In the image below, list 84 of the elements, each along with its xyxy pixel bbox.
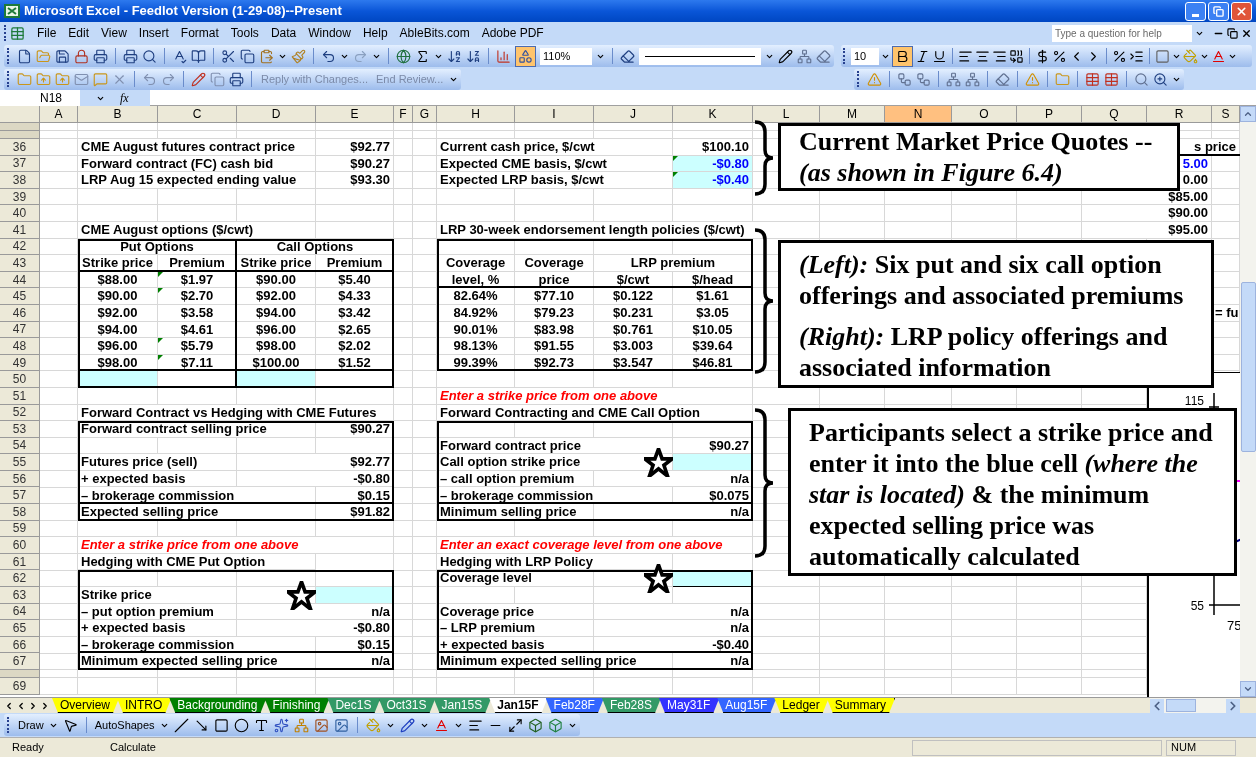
sheet-tab[interactable]: Overview: [52, 698, 119, 713]
sheet-tab[interactable]: Feb28F: [545, 698, 604, 713]
column-header[interactable]: B: [78, 106, 158, 123]
status-text: Calculate: [110, 740, 156, 756]
row-header[interactable]: 62: [0, 570, 40, 588]
menu-item[interactable]: Adobe PDF: [475, 24, 550, 42]
status-text: Ready: [12, 740, 45, 756]
row-header[interactable]: 58: [0, 504, 40, 521]
callout-text: enter it into the blue cell (where the: [809, 448, 1198, 479]
sheet-tab[interactable]: Aug15F: [717, 698, 777, 713]
num-lock-indicator: NUM: [1166, 739, 1236, 756]
menu-item[interactable]: Data: [264, 24, 303, 42]
row-header[interactable]: 60: [0, 537, 40, 554]
callout-text: associated information: [799, 352, 1052, 383]
callout-text: offerings and associated premiums: [799, 280, 1184, 311]
row-header[interactable]: 40: [0, 205, 40, 222]
sheet-tab[interactable]: Oct31S: [378, 698, 436, 713]
column-header[interactable]: S: [1212, 106, 1240, 123]
column-header[interactable]: C: [158, 106, 237, 123]
axis-tick-label: 55: [1190, 598, 1204, 615]
row-header[interactable]: 36: [0, 139, 40, 156]
sheet-tab[interactable]: Dec1S: [327, 698, 381, 713]
column-header[interactable]: H: [437, 106, 515, 123]
column-header[interactable]: D: [237, 106, 316, 123]
callout-text: (Right): LRP policy offerings and: [799, 321, 1168, 352]
row-header[interactable]: 43: [0, 255, 40, 272]
menu-item[interactable]: Insert: [132, 24, 175, 42]
row-header[interactable]: 65: [0, 620, 40, 637]
menu-item[interactable]: View: [95, 24, 133, 42]
column-header[interactable]: P: [1017, 106, 1082, 123]
callout-text: Participants select a strike price and: [809, 417, 1213, 448]
column-header[interactable]: O: [952, 106, 1017, 123]
column-header[interactable]: F: [394, 106, 413, 123]
zoom-field[interactable]: 110%: [540, 47, 592, 65]
callout-text: expected selling price was: [809, 510, 1095, 541]
sheet-tab[interactable]: Feb28S: [601, 698, 661, 713]
row-header[interactable]: 57: [0, 487, 40, 505]
column-header[interactable]: I: [515, 106, 594, 123]
autoshapes-menu[interactable]: AutoShapes: [94, 716, 155, 734]
row-header[interactable]: 69: [0, 678, 40, 695]
axis-tick-label: 75: [1227, 617, 1240, 635]
row-header[interactable]: 67: [0, 653, 40, 670]
column-header[interactable]: L: [753, 106, 820, 123]
column-header[interactable]: Q: [1082, 106, 1147, 123]
menu-item[interactable]: Help: [356, 24, 394, 42]
sheet-tab[interactable]: Backgrounding: [169, 698, 267, 713]
column-header[interactable]: G: [413, 106, 437, 123]
row-header[interactable]: 45: [0, 288, 40, 305]
row-header[interactable]: 38: [0, 172, 40, 189]
menu-item[interactable]: AbleBits.com: [393, 24, 476, 42]
sheet-tab[interactable]: Ledger: [774, 698, 829, 713]
sheet-tab[interactable]: Jan15S: [433, 698, 492, 713]
sheet-tab[interactable]: May31F: [658, 698, 720, 713]
row-header[interactable]: 53: [0, 421, 40, 438]
row-header[interactable]: 50: [0, 371, 40, 388]
sheet-tab[interactable]: Jan15F: [489, 698, 548, 713]
column-header[interactable]: R: [1147, 106, 1212, 123]
font-size-field[interactable]: 10: [851, 47, 879, 65]
column-header[interactable]: E: [316, 106, 394, 123]
row-header[interactable]: 63: [0, 587, 40, 604]
menu-item[interactable]: Format: [174, 24, 225, 42]
input-cell[interactable]: -$0.40: [673, 172, 753, 189]
column-header[interactable]: N: [885, 106, 952, 123]
row-header[interactable]: 55: [0, 454, 40, 471]
sheet-tab[interactable]: Finishing: [264, 698, 330, 713]
menu-item[interactable]: Window: [302, 24, 357, 42]
row-header[interactable]: 48: [0, 338, 40, 355]
window-title: Microsoft Excel - Feedlot Version (1-29-08)--Present: [24, 2, 342, 21]
menu-item[interactable]: Edit: [62, 24, 96, 42]
sheet-tab[interactable]: Summary: [826, 698, 896, 713]
column-header[interactable]: J: [594, 106, 673, 123]
column-header[interactable]: M: [820, 106, 885, 123]
axis-tick-label: 115: [1184, 393, 1204, 410]
menu-item[interactable]: File: [31, 24, 63, 42]
column-header[interactable]: K: [673, 106, 753, 123]
draw-menu[interactable]: Draw: [18, 716, 44, 734]
callout-text: star is located) & the minimum: [809, 479, 1150, 510]
callout-text: (Left): Six put and six call option: [799, 249, 1162, 280]
column-header[interactable]: A: [40, 106, 78, 123]
menu-item[interactable]: Tools: [224, 24, 265, 42]
callout-text: automatically calculated: [809, 541, 1080, 572]
callout-text: (as shown in Figure 6.4): [799, 157, 1063, 188]
help-search-field[interactable]: Type a question for help: [1052, 24, 1192, 42]
sheet-tab[interactable]: INTRO: [117, 698, 172, 713]
